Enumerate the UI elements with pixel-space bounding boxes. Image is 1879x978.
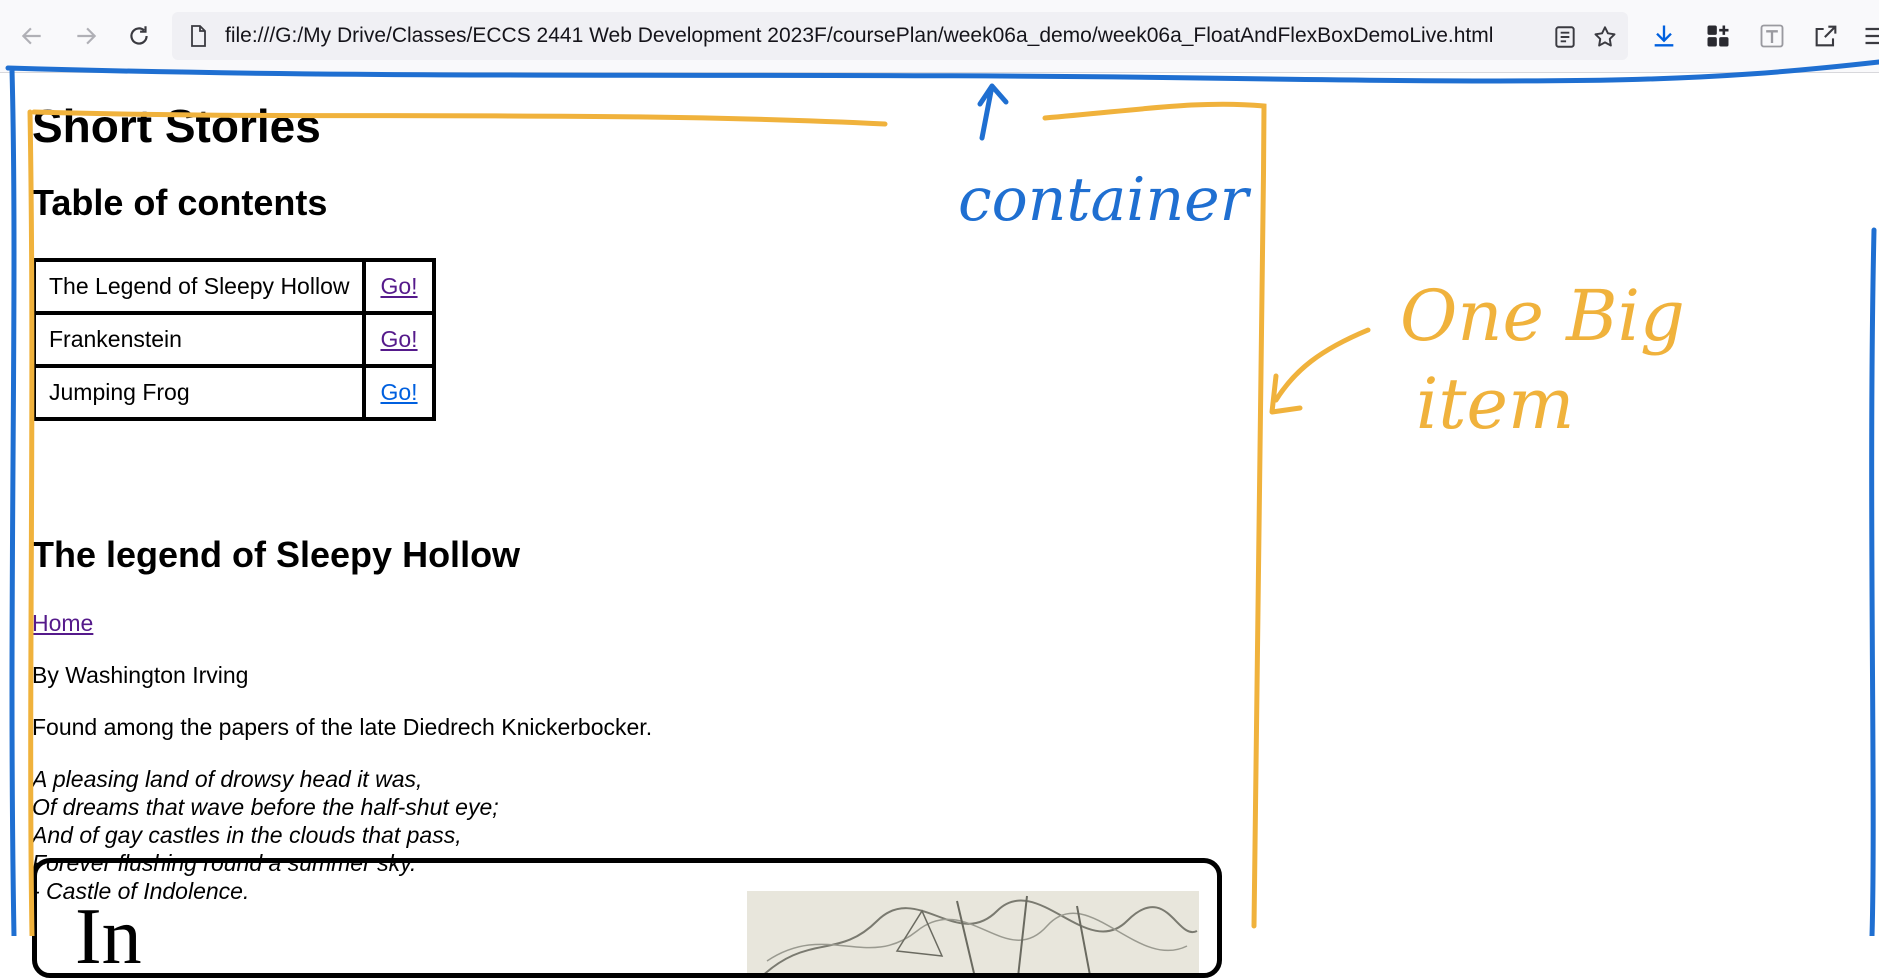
page-content: Short Stories Table of contents The Lege… xyxy=(31,72,1222,978)
reader-view-icon[interactable] xyxy=(1552,24,1578,50)
menu-icon[interactable] xyxy=(1862,22,1879,50)
poem-line: A pleasing land of drowsy head it was, xyxy=(32,766,423,792)
story-heading: The legend of Sleepy Hollow xyxy=(32,534,521,575)
drop-cap: In xyxy=(75,893,142,978)
toc-heading: Table of contents xyxy=(32,182,328,223)
reload-icon[interactable] xyxy=(123,20,155,52)
poem-line: And of gay castles in the clouds that pa… xyxy=(32,822,462,848)
browser-toolbar: file:///G:/My Drive/Classes/ECCS 2441 We… xyxy=(0,0,1879,73)
poem-line: Of dreams that wave before the half-shut… xyxy=(32,794,499,820)
story-box: In xyxy=(32,858,1222,978)
page-icon xyxy=(191,25,206,47)
page-title: Short Stories xyxy=(32,100,321,152)
item-annotation-line2: item xyxy=(1416,363,1574,445)
table-row: Jumping Frog Go! xyxy=(31,364,436,421)
author-line: By Washington Irving xyxy=(32,662,249,688)
url-text[interactable]: file:///G:/My Drive/Classes/ECCS 2441 We… xyxy=(225,24,1493,48)
home-link[interactable]: Home xyxy=(32,610,93,637)
table-row: The Legend of Sleepy Hollow Go! xyxy=(31,258,436,315)
bookmark-star-icon[interactable] xyxy=(1592,24,1618,50)
toc-story-name: Jumping Frog xyxy=(31,364,367,421)
back-icon[interactable] xyxy=(16,20,48,52)
item-annotation-line1: One Big xyxy=(1400,275,1685,357)
go-link-sleepy-hollow[interactable]: Go! xyxy=(380,273,417,299)
extensions-grid-icon[interactable] xyxy=(1704,22,1732,50)
toc-story-name: The Legend of Sleepy Hollow xyxy=(31,258,367,315)
table-row: Frankenstein Go! xyxy=(31,311,436,368)
toc-story-name: Frankenstein xyxy=(31,311,367,368)
engraving-sketch xyxy=(764,895,1198,973)
forward-icon[interactable] xyxy=(70,20,102,52)
address-bar[interactable]: file:///G:/My Drive/Classes/ECCS 2441 We… xyxy=(172,12,1628,60)
item-arrow xyxy=(1269,327,1371,415)
translate-icon[interactable] xyxy=(1758,22,1786,50)
found-line: Found among the papers of the late Diedr… xyxy=(32,714,653,740)
share-icon[interactable] xyxy=(1812,22,1840,50)
go-link-frankenstein[interactable]: Go! xyxy=(380,326,417,352)
go-link-jumping-frog[interactable]: Go! xyxy=(380,379,417,405)
downloads-icon[interactable] xyxy=(1650,22,1678,50)
engraving-image xyxy=(747,891,1199,973)
toc-table: The Legend of Sleepy Hollow Go! Frankens… xyxy=(31,258,436,421)
